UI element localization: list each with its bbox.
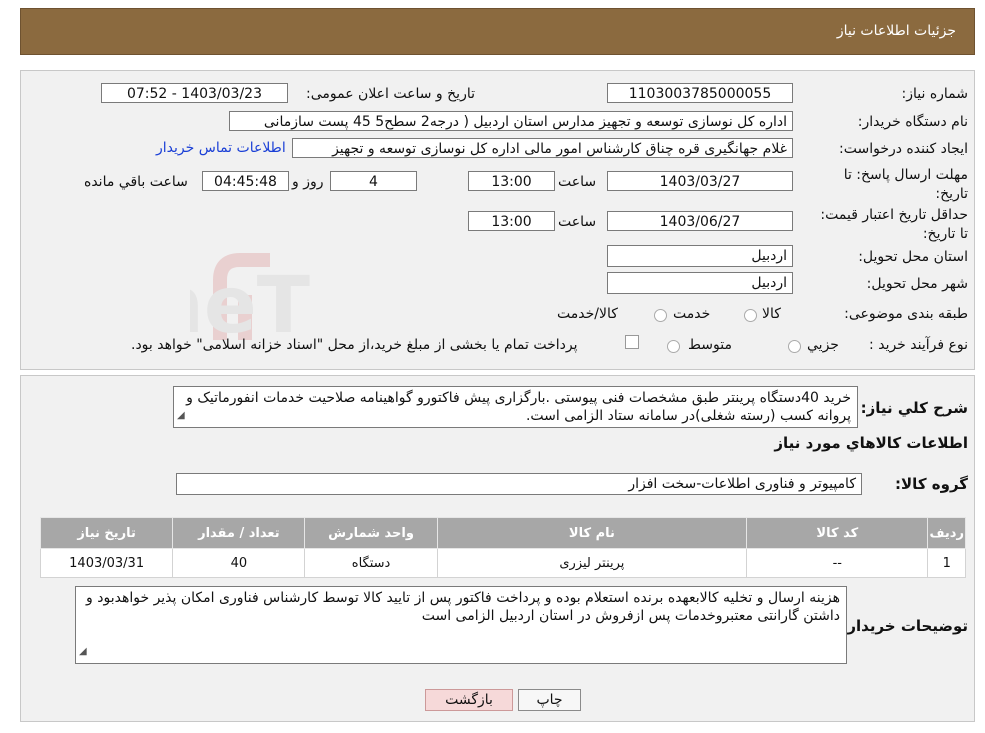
validity-label: حداقل تاريخ اعتبار قيمت: تا تاريخ:: [820, 207, 968, 242]
goods-group-label: گروه کالا:: [895, 475, 968, 493]
buyer-notes-text: هزینه ارسال و تخلیه کالابعهده برنده استع…: [86, 590, 840, 624]
items-section-title: اطلاعات کالاهاي مورد نياز: [774, 434, 968, 452]
remaining-time-field: 04:45:48: [202, 171, 289, 191]
requester-field: غلام جهانگیری قره چناق کارشناس امور مالی…: [292, 138, 793, 158]
summary-textarea[interactable]: خرید 40دستگاه پرینتر طبق مشخصات فنی پیوس…: [173, 386, 858, 428]
deadline-time-field: 13:00: [468, 171, 555, 191]
deadline-time-label: ساعت: [558, 174, 597, 190]
validity-time-label: ساعت: [558, 214, 597, 230]
col-quantity: تعداد / مقدار: [172, 517, 306, 549]
summary-text: خرید 40دستگاه پرینتر طبق مشخصات فنی پیوس…: [186, 390, 851, 424]
need-number-field: 1103003785000055: [607, 83, 793, 103]
goods-group-field: کامپیوتر و فناوری اطلاعات-سخت افزار: [176, 473, 862, 495]
col-name: نام کالا: [436, 517, 748, 549]
cell-unit: دستگاه: [304, 548, 438, 578]
buyer-notes-label: توضیحات خریدار:: [841, 617, 968, 635]
col-code: کد کالا: [746, 517, 929, 549]
remaining-label: ساعت باقي مانده: [84, 174, 188, 190]
page-title: جزئیات اطلاعات نیاز: [836, 23, 956, 39]
category-label: طبقه بندی موضوعی:: [844, 306, 968, 322]
cell-code: --: [746, 548, 929, 578]
resize-grip-icon[interactable]: ◢: [177, 407, 185, 425]
category-radio-service[interactable]: [654, 309, 667, 322]
announce-datetime-field: 1403/03/23 - 07:52: [101, 83, 288, 103]
print-button[interactable]: چاپ: [518, 689, 581, 711]
items-table-header: رديف کد کالا نام کالا واحد شمارش تعداد /…: [39, 517, 966, 549]
province-label: استان محل تحویل:: [858, 249, 968, 265]
buyer-contact-link[interactable]: اطلاعات تماس خریدار: [156, 140, 286, 156]
cell-row: 1: [927, 548, 966, 578]
process-radio-medium[interactable]: [667, 340, 680, 353]
deadline-date-field: 1403/03/27: [607, 171, 793, 191]
cell-need-date: 1403/03/31: [39, 548, 174, 578]
process-radio-minor[interactable]: [788, 340, 801, 353]
page-header: جزئیات اطلاعات نیاز: [20, 8, 975, 55]
table-row: 1 -- پرینتر لیزری دستگاه 40 1403/03/31: [39, 548, 966, 578]
deadline-label: مهلت ارسال پاسخ: تا تاریخ:: [843, 167, 968, 202]
col-need-date: تاريخ نياز: [39, 517, 174, 549]
process-note-checkbox[interactable]: [625, 335, 639, 349]
col-unit: واحد شمارش: [304, 517, 438, 549]
days-label: روز و: [292, 174, 324, 190]
buyer-notes-textarea[interactable]: هزینه ارسال و تخلیه کالابعهده برنده استع…: [75, 586, 847, 664]
process-note: پرداخت تمام یا بخشی از مبلغ خرید،از محل …: [131, 337, 578, 353]
validity-date-field: 1403/06/27: [607, 211, 793, 231]
announce-label: تاریخ و ساعت اعلان عمومی:: [306, 86, 475, 102]
process-label: نوع فرآیند خرید :: [869, 337, 968, 353]
category-radio-goods[interactable]: [744, 309, 757, 322]
back-button[interactable]: بازگشت: [425, 689, 513, 711]
requester-label: ایجاد کننده درخواست:: [839, 141, 968, 157]
buyer-org-label: نام دستگاه خریدار:: [857, 114, 968, 130]
category-option-both: کالا/خدمت: [557, 306, 618, 322]
process-option-medium: متوسط: [688, 337, 732, 353]
province-field: اردبیل: [607, 245, 793, 267]
cell-quantity: 40: [172, 548, 306, 578]
validity-time-field: 13:00: [468, 211, 555, 231]
buyer-org-field: اداره کل نوسازی توسعه و تجهیز مدارس استا…: [229, 111, 793, 131]
days-field: 4: [330, 171, 417, 191]
need-number-label: شماره نیاز:: [901, 86, 969, 102]
category-option-service: خدمت: [673, 306, 711, 322]
city-field: اردبیل: [607, 272, 793, 294]
resize-grip-icon[interactable]: ◢: [79, 643, 87, 661]
col-row: رديف: [927, 517, 966, 549]
city-label: شهر محل تحویل:: [866, 276, 968, 292]
category-option-goods: کالا: [762, 306, 781, 322]
process-option-minor: جزيي: [807, 337, 839, 353]
summary-label: شرح کلي نياز:: [860, 399, 968, 417]
cell-name: پرینتر لیزری: [436, 548, 748, 578]
items-table: رديف کد کالا نام کالا واحد شمارش تعداد /…: [39, 517, 966, 578]
